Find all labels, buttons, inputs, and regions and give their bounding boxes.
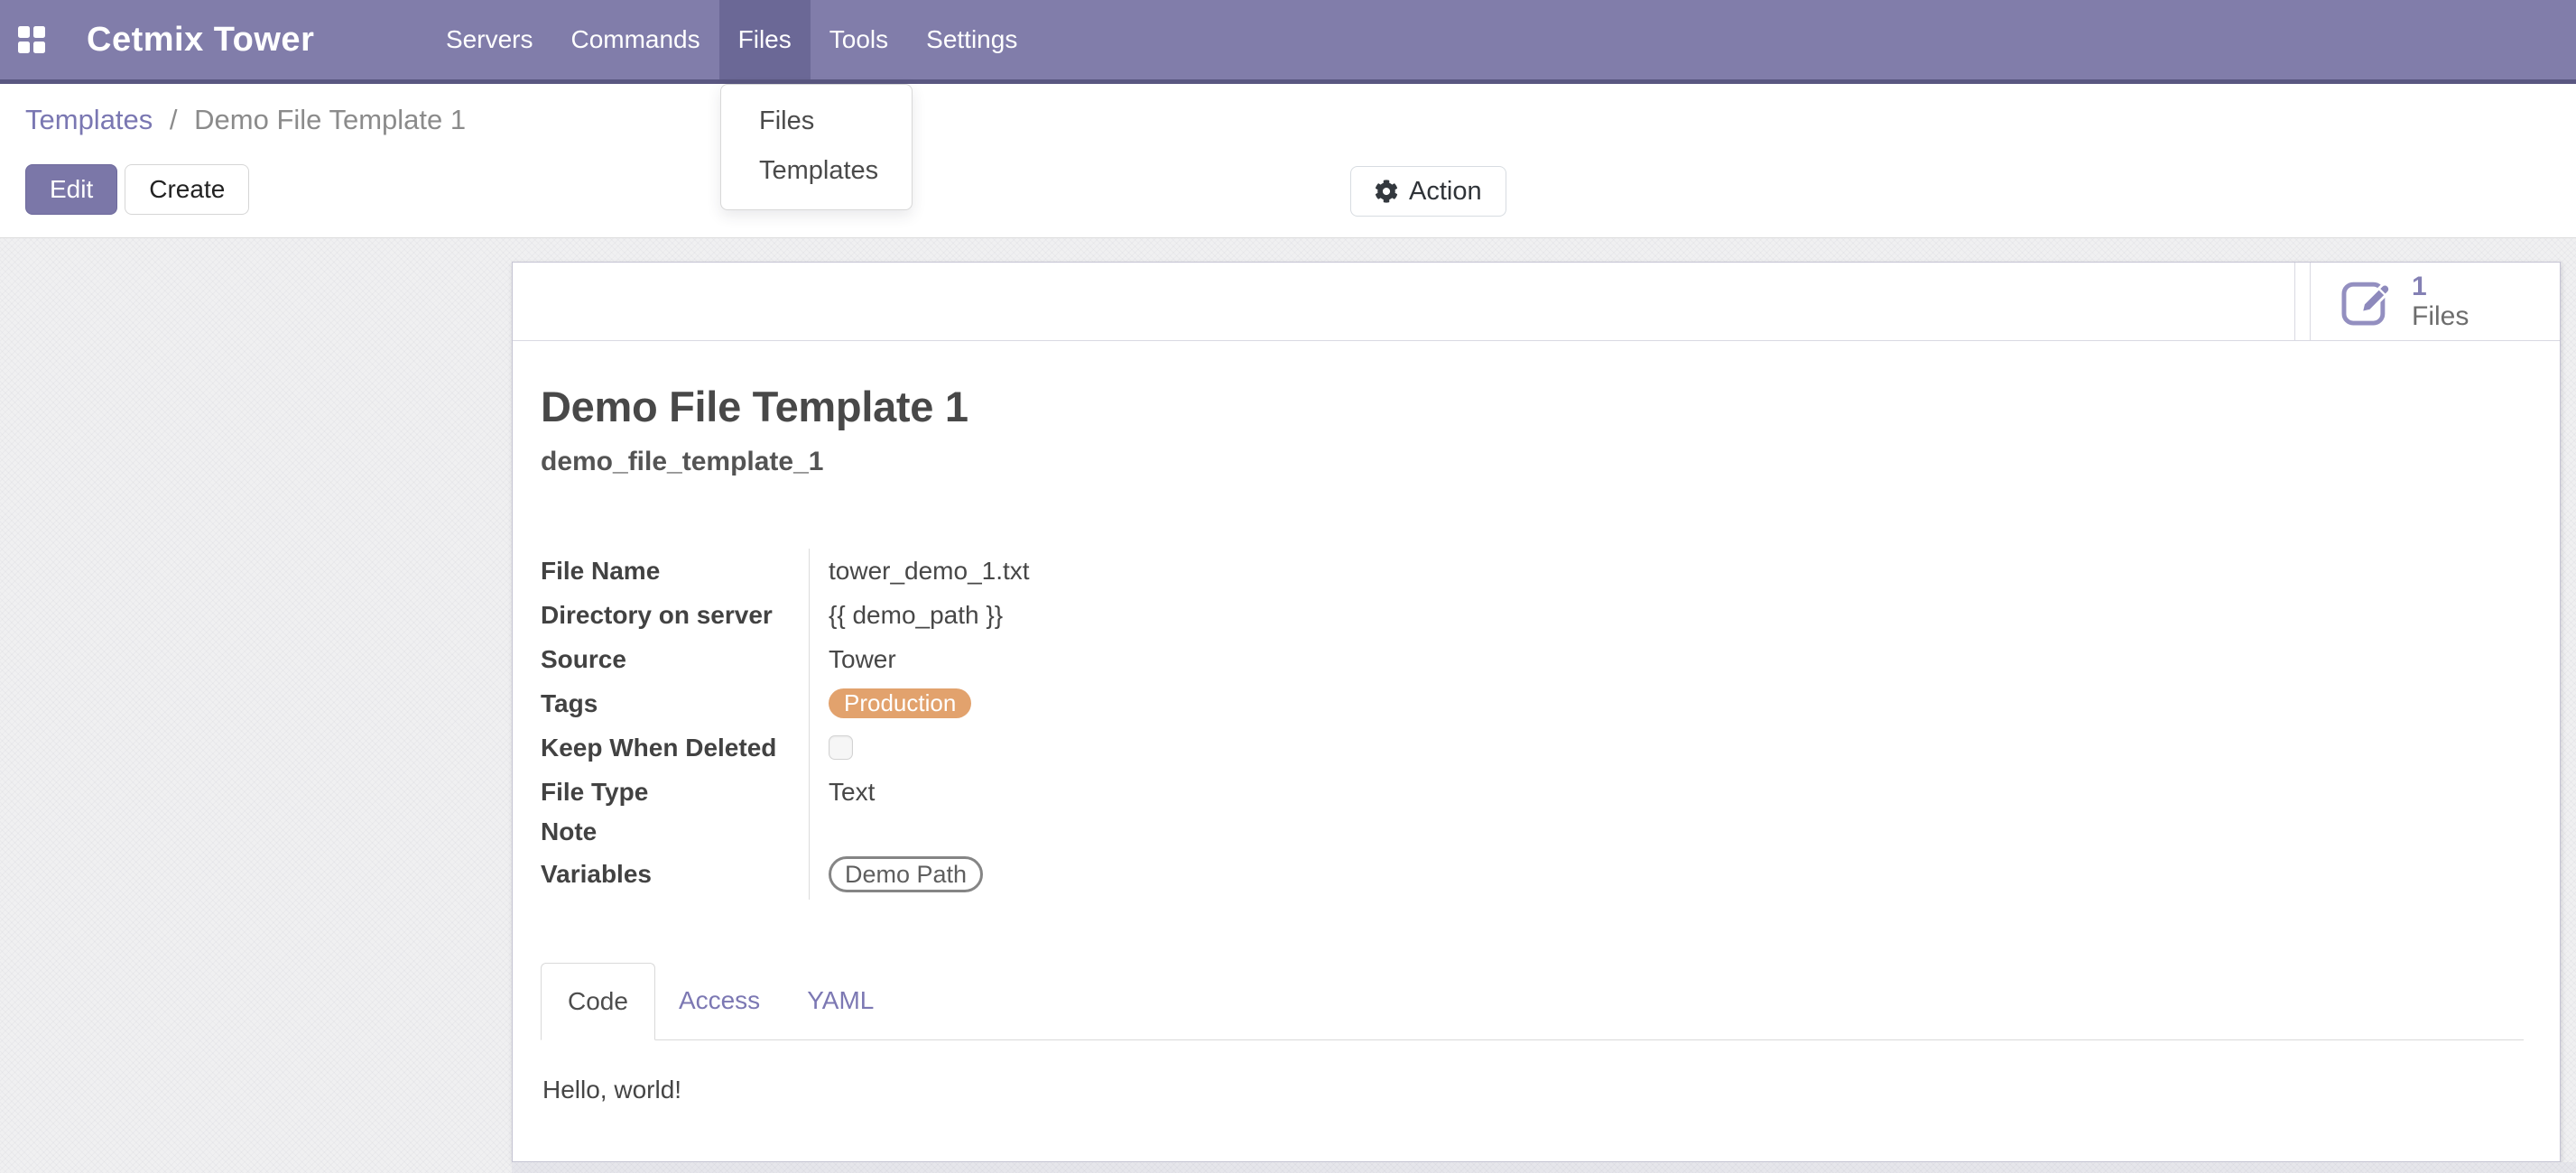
field-row-source: SourceTower — [541, 637, 1443, 681]
field-row-file-type: File TypeText — [541, 770, 1443, 814]
stat-button-text: 1 Files — [2412, 272, 2469, 331]
dropdown-item-templates[interactable]: Templates — [721, 146, 912, 196]
field-label-file-name: File Name — [541, 557, 809, 586]
create-button[interactable]: Create — [125, 164, 249, 215]
nav-item-servers[interactable]: Servers — [427, 0, 551, 79]
field-value-note — [809, 814, 1443, 849]
app-brand[interactable]: Cetmix Tower — [87, 21, 314, 60]
action-button-label: Action — [1409, 177, 1482, 207]
dropdown-item-files[interactable]: Files — [721, 97, 912, 146]
nav-item-settings[interactable]: Settings — [907, 0, 1036, 79]
apps-grid-square — [33, 42, 45, 53]
field-value-file-type: Text — [809, 770, 1443, 814]
field-row-directory-on-server: Directory on server{{ demo_path }} — [541, 593, 1443, 637]
field-label-directory-on-server: Directory on server — [541, 601, 809, 630]
button-box-divider — [2294, 263, 2295, 340]
record-reference: demo_file_template_1 — [541, 446, 2524, 478]
edit-button[interactable]: Edit — [25, 164, 117, 215]
breadcrumb-separator: / — [170, 104, 178, 135]
form-sheet: Demo File Template 1 demo_file_template_… — [513, 341, 2560, 1105]
stat-value: 1 — [2412, 272, 2469, 301]
apps-grid-square — [18, 26, 30, 38]
field-row-variables: Variables Demo Path — [541, 849, 1443, 900]
code-tab-content: Hello, world! — [541, 1040, 2524, 1105]
field-label-tags: Tags — [541, 689, 809, 718]
form-card: 1 Files Demo File Template 1 demo_file_t… — [512, 262, 2561, 1162]
field-value-directory-on-server: {{ demo_path }} — [809, 593, 1443, 637]
navbar-menu: ServersCommandsFilesToolsSettings — [427, 0, 1036, 79]
button-box: 1 Files — [513, 263, 2560, 341]
tab-code[interactable]: Code — [541, 963, 655, 1040]
apps-menu-icon[interactable] — [18, 26, 45, 53]
tab-yaml[interactable]: YAML — [783, 963, 897, 1039]
tab-access[interactable]: Access — [655, 963, 783, 1039]
tag-badge-production: Production — [829, 688, 971, 718]
field-value-file-name: tower_demo_1.txt — [809, 549, 1443, 593]
nav-item-commands[interactable]: Commands — [551, 0, 718, 79]
field-label-keep-when-deleted: Keep When Deleted — [541, 734, 809, 762]
apps-grid-square — [18, 42, 30, 53]
field-row-file-name: File Nametower_demo_1.txt — [541, 549, 1443, 593]
field-value-source: Tower — [809, 637, 1443, 681]
notebook-tabs: CodeAccessYAML — [541, 963, 2524, 1040]
content-area: 1 Files Demo File Template 1 demo_file_t… — [0, 238, 2576, 1173]
action-button[interactable]: Action — [1350, 166, 1506, 217]
notebook: CodeAccessYAML Hello, world! — [541, 963, 2524, 1105]
control-panel: Templates / Demo File Template 1 Edit Cr… — [0, 84, 2576, 238]
files-dropdown-menu: FilesTemplates — [720, 84, 913, 210]
breadcrumb: Templates / Demo File Template 1 — [25, 104, 466, 136]
nav-item-tools[interactable]: Tools — [811, 0, 907, 79]
app-window: Cetmix Tower ServersCommandsFilesToolsSe… — [0, 0, 2576, 1173]
breadcrumb-templates-link[interactable]: Templates — [25, 104, 153, 135]
field-list: File Nametower_demo_1.txtDirectory on se… — [541, 549, 1443, 900]
edit-file-icon — [2338, 273, 2394, 329]
field-value-tags: Production — [809, 681, 1443, 725]
field-value-keep-when-deleted — [809, 725, 1443, 770]
field-label-file-type: File Type — [541, 778, 809, 807]
field-label-variables: Variables — [541, 860, 809, 889]
field-row-note: Note — [541, 814, 1443, 849]
files-stat-button[interactable]: 1 Files — [2310, 263, 2560, 340]
field-row-tags: Tags Production — [541, 681, 1443, 725]
breadcrumb-current: Demo File Template 1 — [194, 104, 466, 135]
field-row-keep-when-deleted: Keep When Deleted — [541, 725, 1443, 770]
top-navbar: Cetmix Tower ServersCommandsFilesToolsSe… — [0, 0, 2576, 84]
stat-label: Files — [2412, 301, 2469, 331]
variable-pill-demo-path: Demo Path — [829, 856, 983, 892]
record-title: Demo File Template 1 — [541, 381, 2524, 432]
field-value-variables: Demo Path — [809, 849, 1443, 900]
control-panel-buttons: Edit Create — [25, 164, 249, 215]
checkbox-keep-when-deleted — [829, 735, 853, 760]
field-label-source: Source — [541, 645, 809, 674]
apps-grid-square — [33, 26, 45, 38]
gear-icon — [1375, 180, 1398, 203]
field-label-note: Note — [541, 817, 809, 846]
nav-item-files[interactable]: Files — [719, 0, 811, 79]
page-bottom-band — [512, 1162, 2576, 1173]
